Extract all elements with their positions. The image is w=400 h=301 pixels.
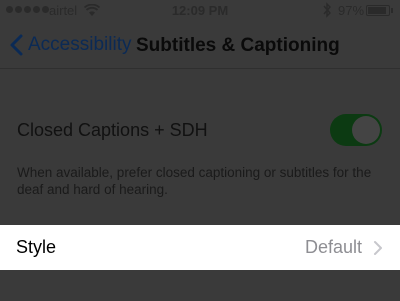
status-bar: airtel 12:09 PM 97%: [0, 0, 400, 22]
style-value: Default: [305, 237, 363, 257]
battery-level-fill: [368, 7, 386, 14]
toggle-knob: [352, 116, 380, 144]
nav-divider: [0, 68, 400, 69]
style-label: Style: [16, 237, 57, 257]
battery-tip: [391, 8, 393, 13]
closed-captions-footer: When available, prefer closed captioning…: [17, 165, 372, 197]
style-row[interactable]: Style Default: [0, 225, 400, 270]
closed-captions-row: Closed Captions + SDH: [0, 107, 400, 155]
closed-captions-toggle[interactable]: [330, 114, 382, 146]
bluetooth-icon: [322, 2, 332, 21]
back-button-label: Accessibility: [28, 34, 132, 55]
back-button[interactable]: Accessibility: [8, 33, 131, 57]
battery-icon: [366, 5, 390, 16]
navigation-bar: Accessibility Subtitles & Captioning: [0, 22, 400, 68]
closed-captions-label: Closed Captions + SDH: [17, 120, 208, 140]
battery-percent: 97%: [338, 3, 365, 18]
page-title: Subtitles & Captioning: [136, 35, 340, 56]
chevron-left-icon: [10, 34, 23, 56]
chevron-right-icon: [374, 241, 382, 255]
